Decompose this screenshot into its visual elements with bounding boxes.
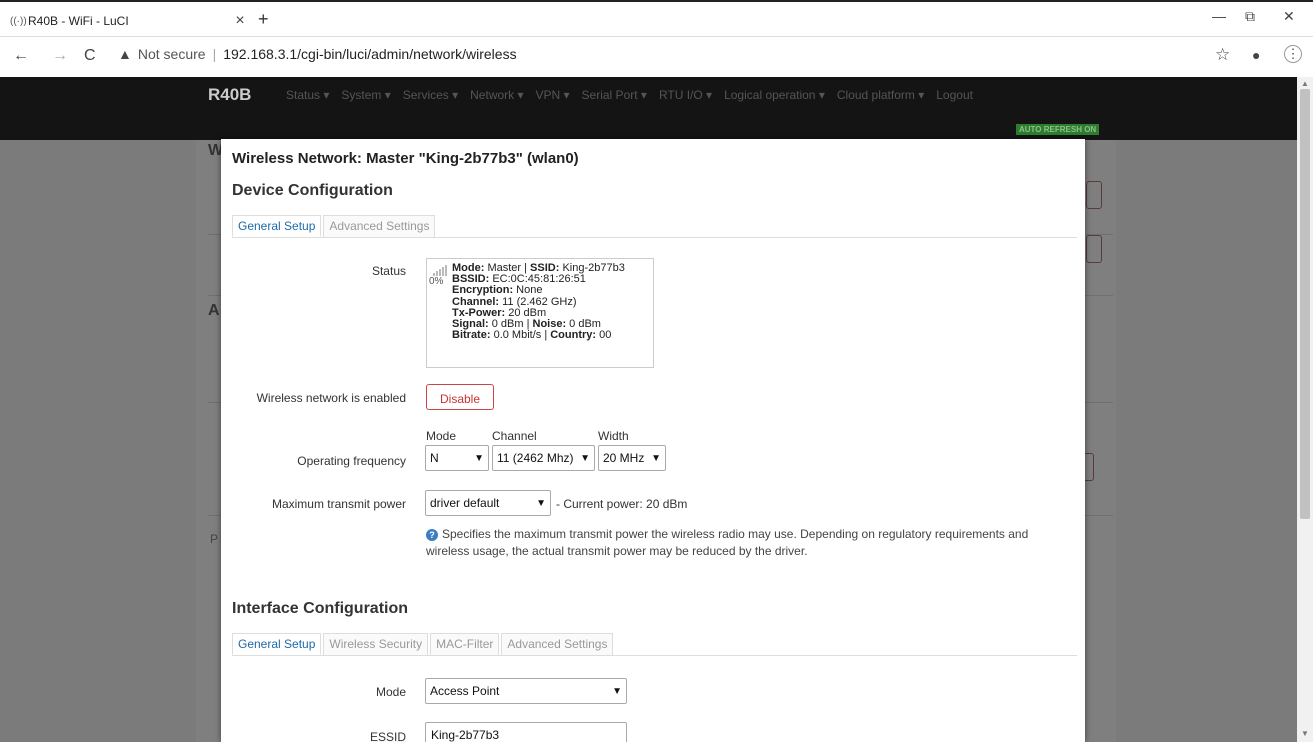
tx-power-select[interactable]: driver default ▼ bbox=[425, 490, 551, 516]
chevron-down-icon: ▼ bbox=[651, 452, 661, 464]
background-heading-a: A bbox=[208, 302, 220, 319]
menu-logical-operation[interactable]: Logical operation ▾ bbox=[724, 88, 825, 102]
scroll-up-icon[interactable]: ▲ bbox=[1301, 79, 1309, 88]
menu-serial-port[interactable]: Serial Port ▾ bbox=[582, 88, 647, 102]
forward-icon[interactable]: → bbox=[52, 47, 68, 65]
menu-logout[interactable]: Logout bbox=[936, 88, 973, 102]
brand-logo[interactable]: R40B bbox=[208, 85, 251, 105]
chevron-down-icon: ▼ bbox=[580, 452, 590, 464]
tab-iface-general-setup[interactable]: General Setup bbox=[232, 633, 322, 655]
help-text: Specifies the maximum transmit power the… bbox=[426, 527, 1029, 558]
status-details: Mode: Master | SSID: King-2b77b3 BSSID: … bbox=[452, 262, 625, 342]
device-tabs: General Setup Advanced Settings bbox=[232, 215, 1077, 238]
minimize-icon[interactable]: — bbox=[1212, 8, 1226, 24]
status-label: Status bbox=[371, 264, 406, 278]
menu-services[interactable]: Services ▾ bbox=[403, 88, 458, 102]
security-warning: Not secure bbox=[137, 46, 206, 62]
bg-button bbox=[1086, 181, 1102, 209]
essid-input[interactable]: King-2b77b3 bbox=[425, 722, 627, 742]
status-box: 0% Mode: Master | SSID: King-2b77b3 BSSI… bbox=[426, 258, 654, 368]
mode-select[interactable]: N ▼ bbox=[425, 445, 489, 471]
back-icon[interactable]: ← bbox=[13, 47, 29, 65]
bg-button bbox=[1086, 235, 1102, 263]
tab-iface-advanced-settings[interactable]: Advanced Settings bbox=[501, 633, 614, 655]
tab-device-advanced-settings[interactable]: Advanced Settings bbox=[323, 215, 436, 237]
tab-wireless-security[interactable]: Wireless Security bbox=[323, 633, 429, 655]
chevron-down-icon: ▼ bbox=[474, 452, 484, 464]
address-bar-row: ← → C ▲ Not secure | 192.168.3.1/cgi-bin… bbox=[0, 37, 1313, 77]
url-separator: | bbox=[212, 46, 217, 62]
signal-percent: 0% bbox=[429, 276, 444, 287]
menu-network[interactable]: Network ▾ bbox=[470, 88, 523, 102]
enabled-label: Wireless network is enabled bbox=[256, 391, 406, 405]
channel-select[interactable]: 11 (2462 Mhz) ▼ bbox=[492, 445, 595, 471]
scrollbar-thumb[interactable] bbox=[1300, 89, 1310, 519]
menu-rtu-io[interactable]: RTU I/O ▾ bbox=[659, 88, 712, 102]
auto-refresh-badge[interactable]: AUTO REFRESH ON bbox=[1016, 124, 1100, 135]
iface-mode-label: Mode bbox=[375, 685, 406, 699]
chevron-down-icon: ▼ bbox=[612, 685, 622, 697]
menu-system[interactable]: System ▾ bbox=[341, 88, 390, 102]
iface-config-heading: Interface Configuration bbox=[232, 600, 409, 617]
warning-icon: ▲ bbox=[118, 46, 132, 62]
scroll-down-icon[interactable]: ▼ bbox=[1301, 729, 1309, 738]
wifi-favicon-icon: ((·)) bbox=[10, 15, 27, 27]
browser-tab[interactable]: ((·)) R40B - WiFi - LuCI × bbox=[10, 6, 250, 36]
tab-title: R40B - WiFi - LuCI bbox=[28, 14, 129, 28]
main-menu: Status ▾ System ▾ Services ▾ Network ▾ V… bbox=[286, 88, 985, 102]
iface-mode-select[interactable]: Access Point ▼ bbox=[425, 678, 627, 704]
browser-tabstrip: ((·)) R40B - WiFi - LuCI × + — ⧉ ✕ bbox=[0, 0, 1313, 37]
width-column-label: Width bbox=[598, 429, 629, 443]
chevron-down-icon: ▼ bbox=[536, 497, 546, 509]
browser-menu-icon[interactable]: ⋮ bbox=[1284, 45, 1302, 63]
op-freq-label: Operating frequency bbox=[297, 454, 406, 468]
bookmark-star-icon[interactable]: ☆ bbox=[1215, 45, 1230, 65]
window-top-border bbox=[0, 0, 1313, 2]
signal-icon bbox=[433, 264, 447, 276]
close-window-icon[interactable]: ✕ bbox=[1283, 8, 1295, 25]
tx-power-help: ? Specifies the maximum transmit power th… bbox=[426, 526, 1066, 560]
profile-icon[interactable]: ● bbox=[1252, 47, 1260, 63]
restore-icon[interactable]: ⧉ bbox=[1245, 8, 1255, 25]
reload-icon[interactable]: C bbox=[84, 47, 96, 65]
page-viewport: R40B Status ▾ System ▾ Services ▾ Networ… bbox=[0, 77, 1297, 742]
disable-button[interactable]: Disable bbox=[426, 384, 494, 410]
tab-close-icon[interactable]: × bbox=[230, 12, 250, 30]
tab-device-general-setup[interactable]: General Setup bbox=[232, 215, 322, 237]
status-line: Bitrate: 0.0 Mbit/s | Country: 00 bbox=[452, 329, 612, 342]
menu-status[interactable]: Status ▾ bbox=[286, 88, 329, 102]
modal-title: Wireless Network: Master "King-2b77b3" (… bbox=[232, 150, 579, 167]
url-text: 192.168.3.1/cgi-bin/luci/admin/network/w… bbox=[223, 46, 517, 62]
menu-vpn[interactable]: VPN ▾ bbox=[536, 88, 570, 102]
current-power-text: - Current power: 20 dBm bbox=[556, 497, 688, 511]
new-tab-button[interactable]: + bbox=[258, 9, 269, 30]
width-select[interactable]: 20 MHz ▼ bbox=[598, 445, 666, 471]
luci-header: R40B Status ▾ System ▾ Services ▾ Networ… bbox=[0, 77, 1297, 140]
page-scrollbar[interactable]: ▲ ▼ bbox=[1297, 77, 1313, 742]
channel-column-label: Channel bbox=[492, 429, 537, 443]
background-link-p: P bbox=[210, 532, 219, 546]
menu-cloud-platform[interactable]: Cloud platform ▾ bbox=[837, 88, 924, 102]
wireless-config-modal: Wireless Network: Master "King-2b77b3" (… bbox=[221, 139, 1085, 742]
mode-column-label: Mode bbox=[426, 429, 457, 443]
max-tx-label: Maximum transmit power bbox=[271, 497, 406, 511]
url-bar[interactable]: ▲ Not secure | 192.168.3.1/cgi-bin/luci/… bbox=[118, 46, 517, 62]
iface-tabs: General Setup Wireless Security MAC-Filt… bbox=[232, 633, 1077, 656]
essid-label: ESSID bbox=[369, 730, 406, 742]
device-config-heading: Device Configuration bbox=[232, 182, 393, 199]
help-icon: ? bbox=[426, 529, 438, 541]
tab-mac-filter[interactable]: MAC-Filter bbox=[430, 633, 500, 655]
